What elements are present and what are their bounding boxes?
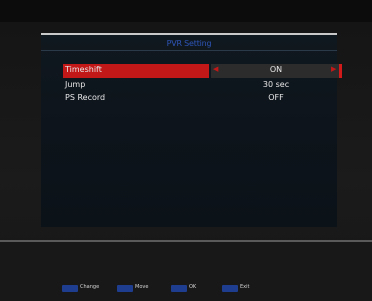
setting-value[interactable]: 30 sec [213,80,339,89]
pvr-setting-dialog: PVR Setting Timeshift ◀ ON ▶ Jump 30 sec… [41,33,342,227]
footer-bar [0,242,372,301]
hint-label: OK [189,284,197,290]
blue-key-icon [62,285,78,292]
setting-value[interactable]: ON [213,65,339,74]
setting-value[interactable]: OFF [213,93,339,102]
top-band [0,0,372,22]
setting-label: Jump [65,80,86,89]
blue-key-icon [117,285,133,292]
setting-row-timeshift[interactable]: Timeshift ◀ ON ▶ [63,64,342,78]
setting-row-ps-record[interactable]: PS Record OFF [63,92,321,106]
title-divider [41,50,337,51]
setting-label: Timeshift [65,65,102,74]
blue-key-icon [171,285,187,292]
dialog-title: PVR Setting [166,39,212,48]
blue-key-icon [222,285,238,292]
selection-marker [339,64,342,78]
hint-label: Change [80,284,100,290]
hint-label: Move [135,284,149,290]
setting-row-jump[interactable]: Jump 30 sec [63,79,321,93]
right-arrow-icon[interactable]: ▶ [331,65,336,73]
hint-label: Exit [240,284,250,290]
tv-screen: PVR Setting Timeshift ◀ ON ▶ Jump 30 sec… [0,0,372,301]
setting-label: PS Record [65,93,106,102]
